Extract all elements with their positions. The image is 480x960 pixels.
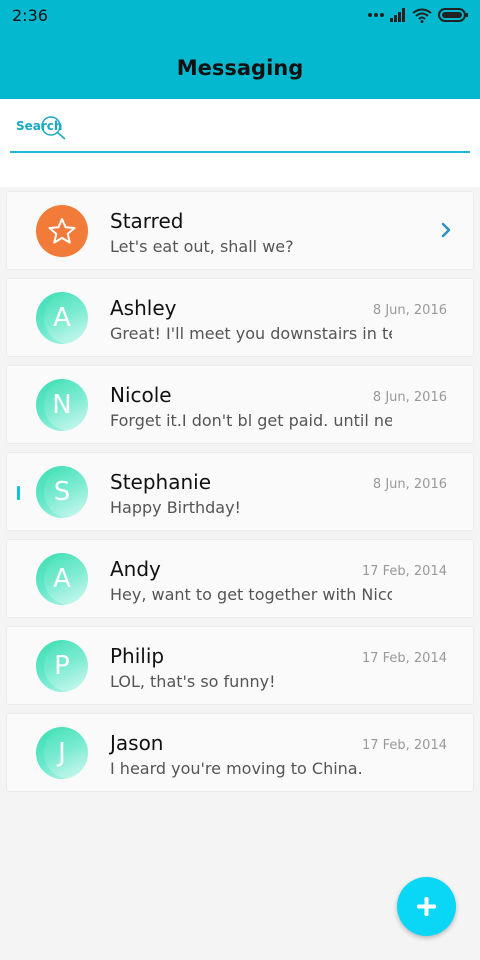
search-icon bbox=[41, 116, 66, 140]
battery-icon bbox=[438, 8, 468, 22]
avatar bbox=[36, 205, 88, 257]
list-item[interactable]: A Andy 17 Feb, 2014 Hey, want to get tog… bbox=[6, 539, 474, 618]
avatar-initial: S bbox=[53, 477, 71, 507]
status-bar: 2:36 bbox=[0, 0, 480, 28]
message-preview: Happy Birthday! bbox=[110, 498, 241, 517]
message-date: 8 Jun, 2016 bbox=[372, 390, 447, 405]
search-field[interactable]: Search bbox=[10, 111, 470, 153]
message-date: 17 Feb, 2014 bbox=[361, 651, 447, 666]
message-preview: Great! I'll meet you downstairs in ten … bbox=[110, 324, 392, 343]
more-dots-icon bbox=[368, 13, 384, 17]
avatar-initial: J bbox=[58, 738, 66, 768]
search-area: Search bbox=[0, 99, 480, 187]
contact-name: Starred bbox=[110, 209, 184, 233]
message-preview: LOL, that's so funny! bbox=[110, 672, 276, 691]
avatar: A bbox=[36, 292, 88, 344]
list-item[interactable]: A Ashley 8 Jun, 2016 Great! I'll meet yo… bbox=[6, 278, 474, 357]
contact-name: Andy bbox=[110, 557, 161, 581]
status-time: 2:36 bbox=[12, 6, 48, 25]
contact-name: Stephanie bbox=[110, 470, 212, 494]
chevron-right-icon[interactable] bbox=[441, 222, 451, 238]
list-item[interactable]: S Stephanie 8 Jun, 2016 Happy Birthday! bbox=[6, 452, 474, 531]
message-date: 8 Jun, 2016 bbox=[372, 303, 447, 318]
list-item[interactable]: P Philip 17 Feb, 2014 LOL, that's so fun… bbox=[6, 626, 474, 705]
new-message-button[interactable] bbox=[397, 877, 456, 936]
signal-icon bbox=[390, 8, 405, 22]
avatar-initial: P bbox=[54, 651, 70, 681]
list-item[interactable]: N Nicole 8 Jun, 2016 Forget it.I don't b… bbox=[6, 365, 474, 444]
avatar-initial: N bbox=[52, 390, 72, 420]
avatar: S bbox=[36, 466, 88, 518]
message-date: 8 Jun, 2016 bbox=[372, 477, 447, 492]
app-bar: 2:36 Messaging bbox=[0, 0, 480, 99]
message-date: 17 Feb, 2014 bbox=[361, 738, 447, 753]
contact-name: Nicole bbox=[110, 383, 172, 407]
message-preview: Forget it.I don't bl get paid. until nex… bbox=[110, 411, 392, 430]
message-date: 17 Feb, 2014 bbox=[361, 564, 447, 579]
message-preview: I heard you're moving to China. bbox=[110, 759, 363, 778]
contact-name: Jason bbox=[110, 731, 164, 755]
status-icons bbox=[368, 5, 468, 25]
contact-name: Ashley bbox=[110, 296, 177, 320]
message-preview: Hey, want to get together with Nicole … bbox=[110, 585, 392, 604]
contact-name: Philip bbox=[110, 644, 165, 668]
plus-icon bbox=[417, 897, 436, 916]
list-item[interactable]: J Jason 17 Feb, 2014 I heard you're movi… bbox=[6, 713, 474, 792]
avatar-initial: A bbox=[53, 303, 71, 333]
avatar: P bbox=[36, 640, 88, 692]
star-icon bbox=[48, 218, 76, 244]
unread-indicator bbox=[17, 486, 20, 500]
conversation-list: Starred Let's eat out, shall we? A Ashle… bbox=[6, 191, 474, 800]
avatar: A bbox=[36, 553, 88, 605]
avatar-initial: A bbox=[53, 564, 71, 594]
avatar: J bbox=[36, 727, 88, 779]
starred-item[interactable]: Starred Let's eat out, shall we? bbox=[6, 191, 474, 270]
message-preview: Let's eat out, shall we? bbox=[110, 237, 294, 256]
wifi-icon bbox=[412, 8, 432, 23]
search-input[interactable] bbox=[70, 119, 460, 141]
avatar: N bbox=[36, 379, 88, 431]
page-title: Messaging bbox=[176, 56, 304, 80]
